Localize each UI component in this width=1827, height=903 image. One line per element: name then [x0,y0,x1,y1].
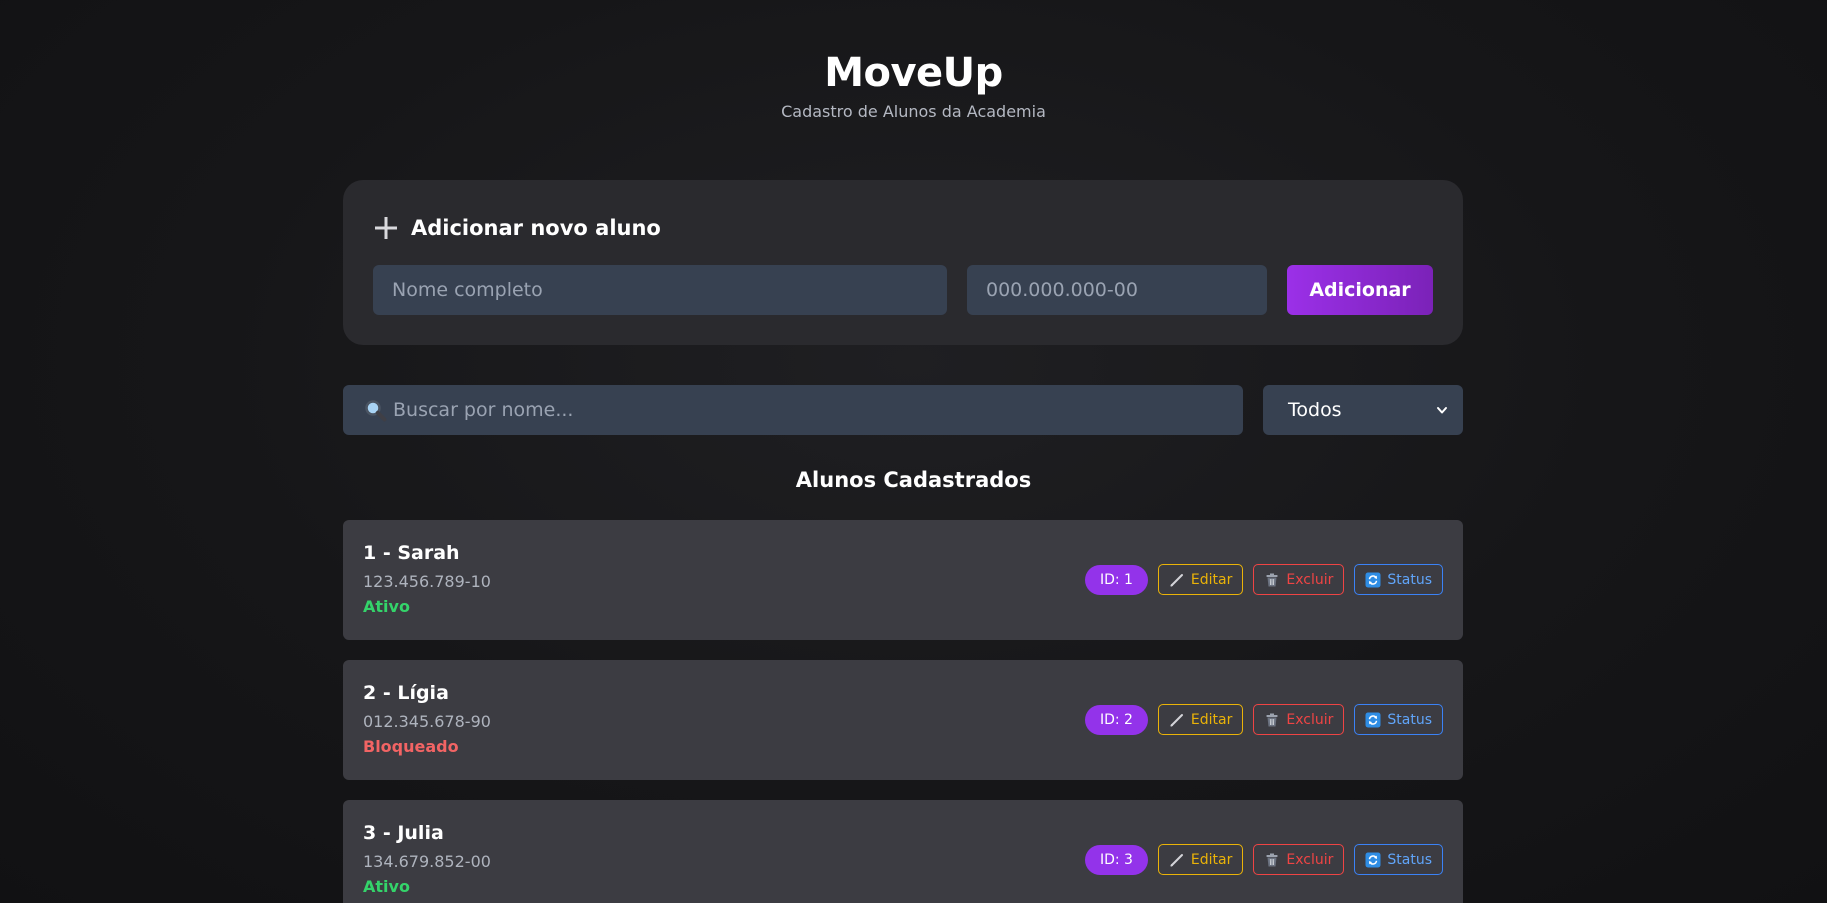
id-badge: ID: 3 [1084,844,1148,875]
status-filter-value: Todos [1288,399,1342,421]
status-button-label: Status [1387,711,1432,728]
chevron-down-icon [1437,407,1447,414]
student-actions: ID: 1 Editar Excluir Status [1084,564,1443,595]
header: MoveUp Cadastro de Alunos da Academia [0,50,1827,121]
refresh-icon [1365,712,1381,727]
search-icon [365,400,387,422]
add-student-card: Adicionar novo aluno Adicionar [343,180,1463,345]
student-status: Ativo [363,877,410,896]
pencil-icon [1170,713,1183,726]
plus-icon [375,217,397,239]
student-name: 2 - Lígia [363,682,449,704]
edit-button-label: Editar [1190,571,1233,588]
student-cpf: 134.679.852-00 [363,852,491,871]
pencil-icon [1170,573,1183,586]
search-input[interactable] [393,385,1243,435]
status-button-label: Status [1387,851,1432,868]
edit-button-label: Editar [1190,851,1233,868]
cpf-input[interactable] [967,265,1267,315]
students-section-title: Alunos Cadastrados [795,468,1032,492]
student-cpf: 123.456.789-10 [363,572,491,591]
edit-button-label: Editar [1190,711,1233,728]
add-student-heading: Adicionar novo aluno [373,215,661,241]
student-card: 2 - Lígia 012.345.678-90 Bloqueado ID: 2… [343,660,1463,780]
student-name: 1 - Sarah [363,542,460,564]
student-card: 3 - Julia 134.679.852-00 Ativo ID: 3 Edi… [343,800,1463,903]
edit-button[interactable]: Editar [1157,844,1244,875]
refresh-icon [1365,852,1381,867]
student-actions: ID: 2 Editar Excluir Status [1084,704,1443,735]
student-status: Bloqueado [363,737,459,756]
app-title: MoveUp [824,50,1003,96]
refresh-icon [1365,572,1381,587]
name-input[interactable] [373,265,947,315]
edit-button[interactable]: Editar [1157,564,1244,595]
student-name: 3 - Julia [363,822,444,844]
trash-icon [1266,713,1278,726]
status-button[interactable]: Status [1354,844,1443,875]
trash-icon [1266,853,1278,866]
id-badge: ID: 2 [1084,704,1148,735]
add-student-button[interactable]: Adicionar [1287,265,1433,315]
delete-button[interactable]: Excluir [1253,564,1345,595]
status-filter-select[interactable]: Todos [1263,385,1463,435]
delete-button[interactable]: Excluir [1253,704,1345,735]
student-actions: ID: 3 Editar Excluir Status [1084,844,1443,875]
search-box[interactable] [343,385,1243,435]
status-button-label: Status [1387,571,1432,588]
delete-button-label: Excluir [1286,571,1334,588]
app-subtitle: Cadastro de Alunos da Academia [781,102,1046,121]
pencil-icon [1170,853,1183,866]
page: MoveUp Cadastro de Alunos da Academia Ad… [0,0,1827,903]
student-status: Ativo [363,597,410,616]
student-card: 1 - Sarah 123.456.789-10 Ativo ID: 1 Edi… [343,520,1463,640]
edit-button[interactable]: Editar [1157,704,1244,735]
student-list: 1 - Sarah 123.456.789-10 Ativo ID: 1 Edi… [343,520,1463,903]
status-button[interactable]: Status [1354,564,1443,595]
delete-button-label: Excluir [1286,851,1334,868]
status-button[interactable]: Status [1354,704,1443,735]
delete-button[interactable]: Excluir [1253,844,1345,875]
id-badge: ID: 1 [1084,564,1148,595]
add-student-title: Adicionar novo aluno [411,216,661,240]
trash-icon [1266,573,1278,586]
delete-button-label: Excluir [1286,711,1334,728]
student-cpf: 012.345.678-90 [363,712,491,731]
